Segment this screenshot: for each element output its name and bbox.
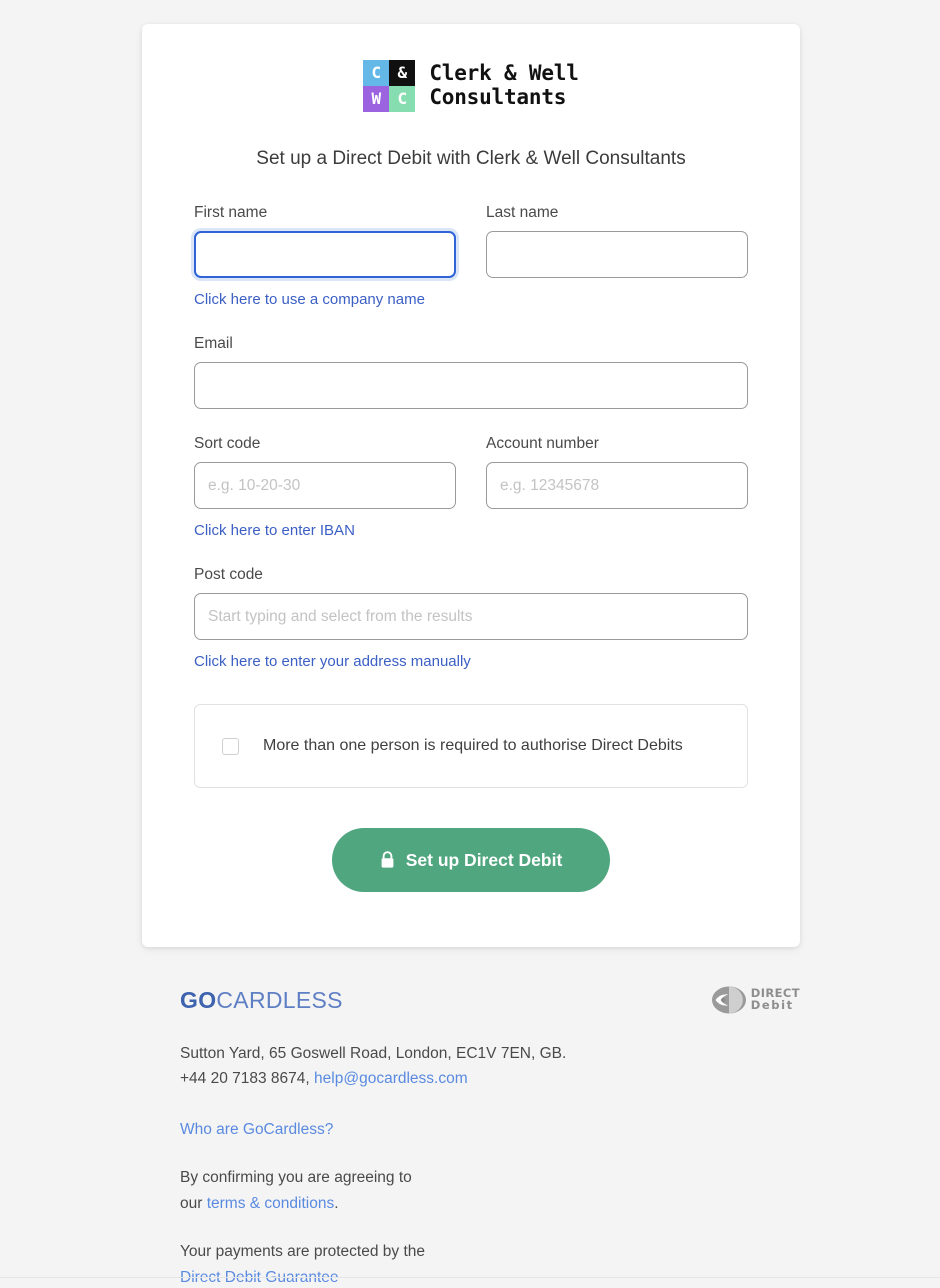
logo-cell-2: &	[389, 60, 415, 86]
footer-phone: +44 20 7183 8674,	[180, 1070, 310, 1087]
sort-code-label: Sort code	[194, 435, 456, 453]
first-name-field: First name	[194, 204, 456, 278]
gocardless-logo-light: CARDLESS	[216, 987, 342, 1013]
account-number-field: Account number	[486, 435, 748, 509]
merchant-name-line2: Consultants	[429, 86, 578, 110]
guarantee-text: Your payments are protected by the	[180, 1239, 800, 1265]
logo-cell-4: C	[389, 86, 415, 112]
merchant-logo: C & W C Clerk & Well Consultants	[142, 24, 800, 112]
logo-cell-3: W	[363, 86, 389, 112]
merchant-name: Clerk & Well Consultants	[429, 62, 578, 109]
page-title: Set up a Direct Debit with Clerk & Well …	[142, 148, 800, 170]
name-row: First name Last name	[194, 204, 748, 278]
form-body: First name Last name Click here to use a…	[142, 204, 800, 671]
direct-debit-line2: Debit	[751, 1000, 800, 1012]
terms-line1: By confirming you are agreeing to	[180, 1165, 800, 1191]
email-label: Email	[194, 335, 748, 353]
post-code-input[interactable]	[194, 593, 748, 640]
direct-debit-logo: DIRECT Debit	[711, 985, 800, 1015]
sort-code-input[interactable]	[194, 462, 456, 509]
email-field: Email	[194, 335, 748, 409]
first-name-input[interactable]	[194, 231, 456, 278]
account-number-input[interactable]	[486, 462, 748, 509]
footer-logos: GOCARDLESS DIRECT Debit	[180, 985, 800, 1015]
merchant-name-line1: Clerk & Well	[429, 62, 578, 86]
multi-authoriser-panel[interactable]: More than one person is required to auth…	[194, 704, 748, 788]
terms-block: By confirming you are agreeing to our te…	[180, 1165, 800, 1217]
gocardless-logo: GOCARDLESS	[180, 989, 343, 1012]
footer-email-link[interactable]: help@gocardless.com	[314, 1070, 468, 1087]
account-number-label: Account number	[486, 435, 748, 453]
last-name-field: Last name	[486, 204, 748, 278]
submit-button-label: Set up Direct Debit	[406, 850, 563, 871]
footer-contact: Sutton Yard, 65 Goswell Road, London, EC…	[180, 1041, 800, 1091]
who-are-gocardless-block: Who are GoCardless?	[180, 1117, 800, 1143]
terms-period: .	[334, 1195, 338, 1212]
logo-mark-icon: C & W C	[363, 60, 415, 112]
footer-phone-line: +44 20 7183 8674, help@gocardless.com	[180, 1066, 800, 1091]
logo-cell-1: C	[363, 60, 389, 86]
first-name-label: First name	[194, 204, 456, 222]
sort-code-field: Sort code	[194, 435, 456, 509]
multi-authoriser-label: More than one person is required to auth…	[263, 737, 683, 755]
submit-row: Set up Direct Debit	[142, 828, 800, 892]
enter-iban-link[interactable]: Click here to enter IBAN	[194, 522, 355, 539]
enter-address-manually-link[interactable]: Click here to enter your address manuall…	[194, 653, 471, 670]
set-up-direct-debit-button[interactable]: Set up Direct Debit	[332, 828, 611, 892]
who-are-gocardless-link[interactable]: Who are GoCardless?	[180, 1121, 333, 1138]
page-root: C & W C Clerk & Well Consultants Set up …	[0, 0, 940, 1288]
guarantee-block: Your payments are protected by the Direc…	[180, 1239, 800, 1288]
lock-icon	[380, 851, 395, 869]
footer-address-line: Sutton Yard, 65 Goswell Road, London, EC…	[180, 1041, 800, 1066]
bottom-divider	[0, 1277, 940, 1278]
last-name-input[interactable]	[486, 231, 748, 278]
direct-debit-form-card: C & W C Clerk & Well Consultants Set up …	[142, 24, 800, 947]
direct-debit-wordmark: DIRECT Debit	[751, 988, 800, 1011]
post-code-label: Post code	[194, 566, 748, 584]
direct-debit-mark-icon	[711, 985, 747, 1015]
footer: GOCARDLESS DIRECT Debit Sutton Yard, 65 …	[180, 985, 800, 1288]
email-input[interactable]	[194, 362, 748, 409]
terms-line2: our terms & conditions.	[180, 1191, 800, 1217]
terms-our: our	[180, 1195, 202, 1212]
last-name-label: Last name	[486, 204, 748, 222]
use-company-name-link[interactable]: Click here to use a company name	[194, 291, 425, 308]
post-code-field: Post code	[194, 566, 748, 640]
multi-authoriser-checkbox[interactable]	[222, 738, 239, 755]
gocardless-logo-bold: GO	[180, 987, 216, 1013]
bank-details-row: Sort code Account number	[194, 435, 748, 509]
terms-conditions-link[interactable]: terms & conditions	[207, 1195, 335, 1212]
